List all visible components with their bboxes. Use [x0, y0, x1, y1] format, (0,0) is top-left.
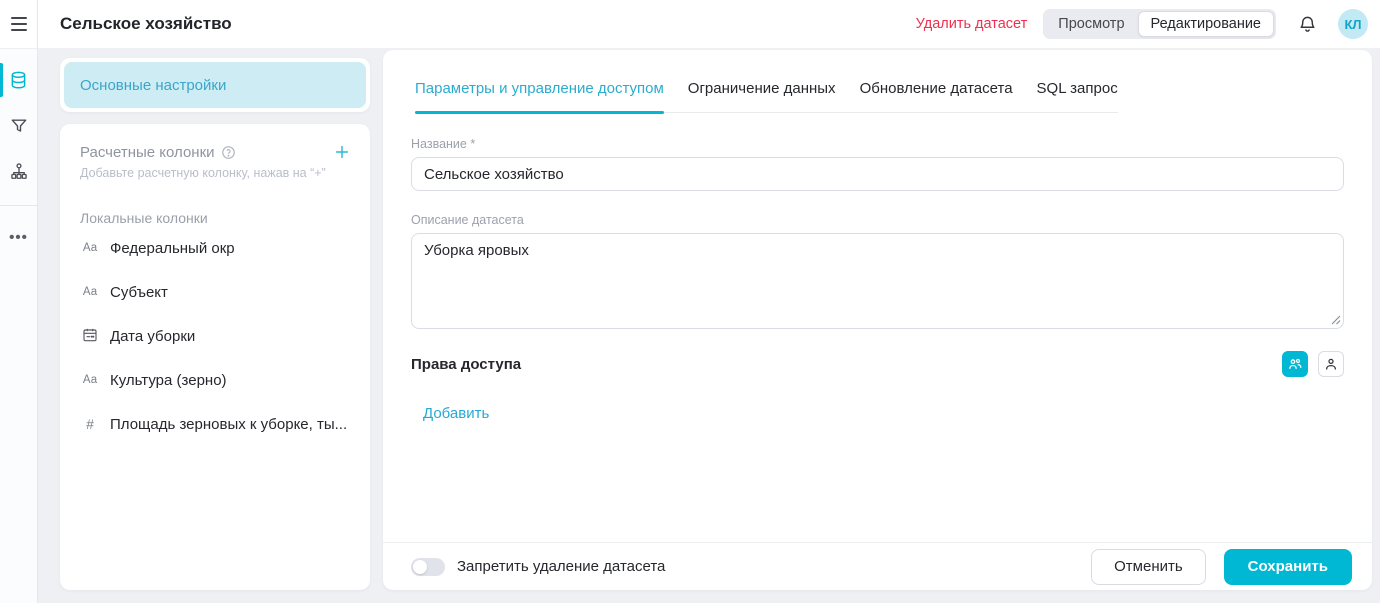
dataset-description-textarea[interactable]: Уборка яровых: [411, 233, 1344, 329]
left-icon-rail: •••: [0, 48, 38, 603]
settings-footer: Запретить удаление датасета Отменить Сох…: [383, 542, 1372, 590]
permissions-groups-button[interactable]: [1282, 351, 1308, 377]
calc-columns-title: Расчетные колонки: [80, 144, 236, 161]
database-icon: [8, 70, 29, 91]
tab-data-restriction[interactable]: Ограничение данных: [688, 76, 836, 112]
tab-dataset-refresh[interactable]: Обновление датасета: [860, 76, 1013, 112]
columns-card: Расчетные колонки Добавьте расчетную кол…: [60, 124, 370, 590]
filter-icon: [9, 116, 29, 136]
rail-item-filters[interactable]: [0, 103, 38, 149]
user-icon: [1323, 356, 1339, 372]
string-type-icon: Аа: [80, 374, 100, 386]
column-item[interactable]: Аа Субъект: [80, 270, 352, 314]
column-item[interactable]: Аа Культура (зерно): [80, 358, 352, 402]
column-item[interactable]: Дата уборки: [80, 314, 352, 358]
description-field-label: Описание датасета: [411, 213, 1344, 227]
bell-icon: [1298, 15, 1317, 34]
page-title: Сельское хозяйство: [60, 14, 232, 34]
main-settings-card: Основные настройки: [60, 58, 370, 112]
cancel-button[interactable]: Отменить: [1091, 549, 1206, 585]
tab-sql-query[interactable]: SQL запрос: [1037, 76, 1118, 112]
settings-tabs: Параметры и управление доступом Ограниче…: [415, 76, 1118, 113]
rail-item-dataset-sources[interactable]: [0, 57, 38, 103]
tab-params-access[interactable]: Параметры и управление доступом: [415, 76, 664, 112]
user-avatar[interactable]: КЛ: [1338, 9, 1368, 39]
rail-divider: [0, 205, 38, 206]
string-type-icon: Аа: [80, 242, 100, 254]
string-type-icon: Аа: [80, 286, 100, 298]
column-item[interactable]: # Площадь зерновых к уборке, ты...: [80, 402, 352, 446]
forbid-deletion-label: Запретить удаление датасета: [457, 558, 665, 575]
local-columns-header: Локальные колонки: [80, 210, 352, 226]
hierarchy-icon: [9, 162, 29, 182]
mode-switch: Просмотр Редактирование: [1043, 9, 1276, 39]
add-permission-link[interactable]: Добавить: [423, 405, 489, 422]
add-calc-column-button[interactable]: [332, 142, 352, 162]
hamburger-icon: [11, 17, 27, 31]
column-item[interactable]: Аа Федеральный окр: [80, 226, 352, 270]
forbid-deletion-toggle[interactable]: [411, 558, 445, 576]
mode-edit-button[interactable]: Редактирование: [1138, 11, 1274, 37]
dataset-name-input[interactable]: [411, 157, 1344, 191]
rail-item-hierarchy[interactable]: [0, 149, 38, 195]
user-group-icon: [1287, 356, 1303, 372]
delete-dataset-link[interactable]: Удалить датасет: [916, 16, 1028, 32]
dataset-settings-panel: Параметры и управление доступом Ограниче…: [383, 50, 1372, 590]
number-type-icon: #: [80, 416, 100, 432]
hamburger-menu-button[interactable]: [0, 0, 38, 48]
rail-item-more[interactable]: •••: [0, 214, 38, 260]
help-circle-icon[interactable]: [221, 145, 236, 160]
permissions-users-button[interactable]: [1318, 351, 1344, 377]
mode-view-button[interactable]: Просмотр: [1045, 11, 1137, 37]
permissions-label: Права доступа: [411, 356, 521, 373]
plus-icon: [334, 144, 350, 160]
calc-columns-hint: Добавьте расчетную колонку, нажав на “+”: [80, 166, 352, 180]
notifications-button[interactable]: [1292, 9, 1322, 39]
more-dots-icon: •••: [9, 229, 28, 246]
name-field-label: Название *: [411, 137, 1344, 151]
save-button[interactable]: Сохранить: [1224, 549, 1352, 585]
calendar-icon: [80, 327, 100, 346]
top-header: Сельское хозяйство Удалить датасет Просм…: [0, 0, 1380, 48]
sidebar-item-main-settings[interactable]: Основные настройки: [64, 62, 366, 108]
